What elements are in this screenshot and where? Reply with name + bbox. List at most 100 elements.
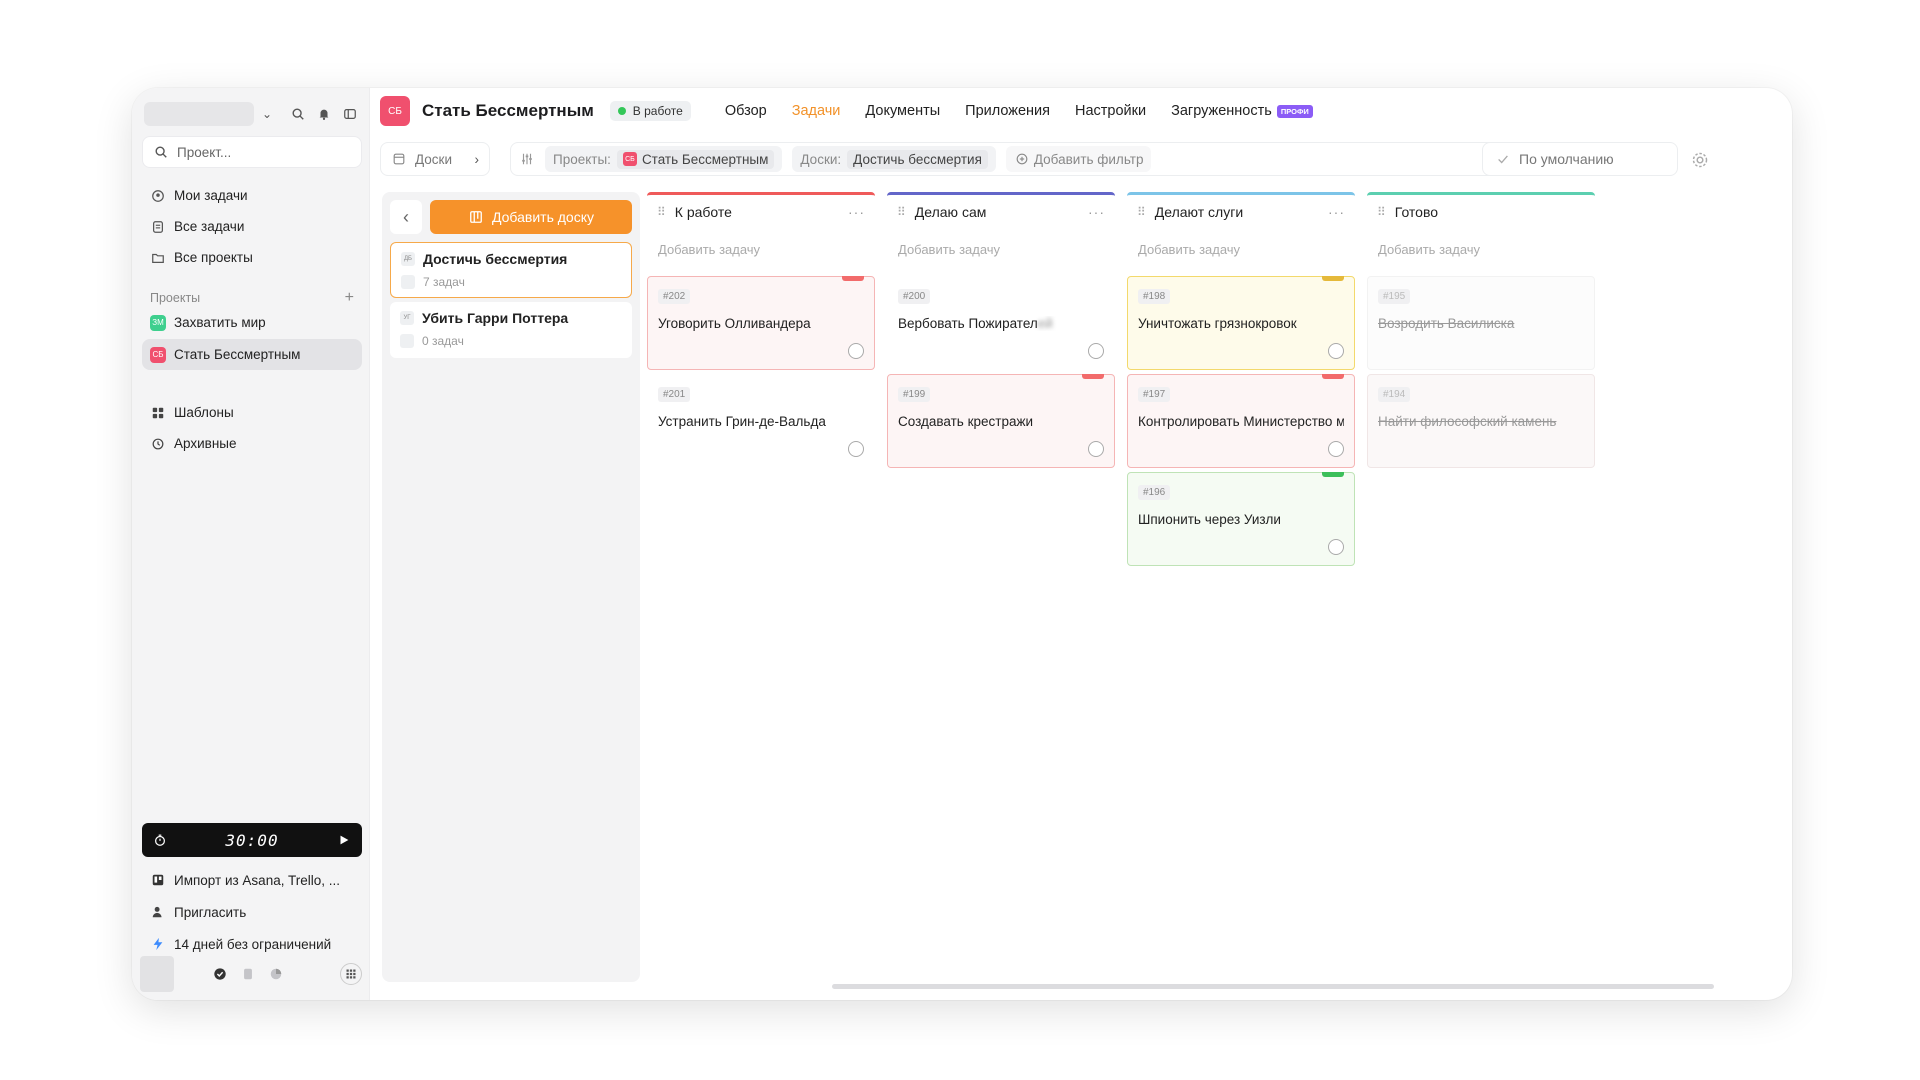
sidebar: ⌄ Проект... Мои задачи Все задачи Все пр… [132, 88, 370, 1000]
check-circle-icon[interactable] [212, 966, 228, 982]
projects-heading-label: Проекты [150, 291, 201, 305]
boards-toggle[interactable]: Доски › [380, 142, 490, 176]
gear-icon[interactable] [1690, 150, 1710, 170]
drag-handle-icon[interactable]: ⠿ [1137, 205, 1146, 219]
column-header[interactable]: ⠿ Готово [1367, 192, 1595, 228]
drag-handle-icon[interactable]: ⠿ [1377, 205, 1386, 219]
task-card[interactable]: #194 Найти философский камень [1367, 374, 1595, 468]
task-id: #200 [898, 289, 931, 304]
add-task-input[interactable]: Добавить задачу [647, 232, 875, 266]
task-card[interactable]: #198 Уничтожать грязнокровок [1127, 276, 1355, 370]
column-done: ⠿ Готово Добавить задачу #195 Возродить … [1367, 192, 1595, 468]
tab-tasks[interactable]: Задачи [792, 103, 841, 119]
import-link[interactable]: Импорт из Asana, Trello, ... [142, 864, 362, 896]
nav-all-tasks[interactable]: Все задачи [142, 211, 362, 242]
project-tabs: Обзор Задачи Документы Приложения Настро… [725, 103, 1313, 119]
task-title: Уничтожать грязнокровок [1138, 316, 1297, 331]
drag-handle-icon[interactable]: ⠿ [897, 205, 906, 219]
project-header: СБ Стать Бессмертным В работе Обзор Зада… [370, 88, 1792, 134]
task-title-text: Вербовать Пожирател [898, 316, 1038, 331]
document-icon[interactable] [240, 966, 256, 982]
pro-badge: ПРОФИ [1276, 104, 1313, 118]
task-card[interactable]: #200 Вербовать Пожирателей [887, 276, 1115, 370]
view-preset-select[interactable]: По умолчанию [1482, 142, 1678, 176]
nav-all-projects[interactable]: Все проекты [142, 242, 362, 273]
search-icon[interactable] [290, 106, 306, 122]
column-header[interactable]: ⠿ Делаю сам ··· [887, 192, 1115, 228]
add-filter-label: Добавить фильтр [1033, 151, 1144, 167]
task-card[interactable]: #196 Шпионить через Уизли [1127, 472, 1355, 566]
drag-handle-icon[interactable]: ⠿ [657, 205, 666, 219]
complete-checkbox[interactable] [1088, 343, 1104, 359]
filter-chip-projects[interactable]: Проекты: СБ Стать Бессмертным [545, 146, 783, 172]
priority-marker [842, 276, 864, 281]
tab-documents[interactable]: Документы [865, 103, 940, 119]
add-task-input[interactable]: Добавить задачу [887, 232, 1115, 266]
status-badge[interactable]: В работе [609, 101, 691, 121]
tab-settings[interactable]: Настройки [1075, 103, 1146, 119]
more-icon[interactable]: ··· [848, 204, 865, 220]
boards-toggle-label: Доски [415, 151, 452, 167]
task-title: Шпионить через Уизли [1138, 512, 1281, 527]
task-title: Возродить Василиска [1378, 316, 1515, 331]
task-card[interactable]: #202 Уговорить Олливандера [647, 276, 875, 370]
add-filter-button[interactable]: Добавить фильтр [1005, 146, 1152, 172]
project-badge: СБ [150, 346, 166, 363]
add-board-button[interactable]: Добавить доску [430, 200, 632, 234]
timer-value: 30:00 [225, 830, 279, 850]
invite-link[interactable]: Пригласить [142, 896, 362, 928]
column-header[interactable]: ⠿ Делают слуги ··· [1127, 192, 1355, 228]
avatar[interactable] [140, 956, 174, 992]
play-icon[interactable] [336, 832, 352, 848]
workspace-name[interactable] [144, 102, 254, 126]
project-search-input[interactable]: Проект... [142, 136, 362, 168]
collapse-boards-button[interactable]: ‹ [390, 200, 422, 234]
task-card[interactable]: #197 Контролировать Министерство магии [1127, 374, 1355, 468]
column-servants: ⠿ Делают слуги ··· Добавить задачу #198 … [1127, 192, 1355, 566]
search-icon [153, 144, 169, 160]
pie-chart-icon[interactable] [268, 966, 284, 982]
nav-label: Импорт из Asana, Trello, ... [174, 872, 340, 888]
tab-overview[interactable]: Обзор [725, 103, 767, 119]
apps-grid-icon[interactable] [340, 963, 362, 985]
complete-checkbox[interactable] [1328, 539, 1344, 555]
complete-checkbox[interactable] [1328, 441, 1344, 457]
priority-marker [1322, 472, 1344, 477]
tab-apps[interactable]: Приложения [965, 103, 1050, 119]
app-window: ⌄ Проект... Мои задачи Все задачи Все пр… [132, 88, 1792, 1000]
column-doing-myself: ⠿ Делаю сам ··· Добавить задачу #200 Вер… [887, 192, 1115, 468]
add-task-input[interactable]: Добавить задачу [1127, 232, 1355, 266]
task-card[interactable]: #195 Возродить Василиска [1367, 276, 1595, 370]
add-project-icon[interactable]: + [345, 289, 354, 307]
filter-label: Доски: [800, 151, 842, 167]
complete-checkbox[interactable] [848, 343, 864, 359]
filters-bar: Проекты: СБ Стать Бессмертным Доски: Дос… [510, 142, 1562, 176]
sidebar-project-sb[interactable]: СБ Стать Бессмертным [142, 339, 362, 370]
chevron-down-icon[interactable]: ⌄ [262, 107, 272, 121]
nav-my-tasks[interactable]: Мои задачи [142, 180, 362, 211]
more-icon[interactable]: ··· [1328, 204, 1345, 220]
complete-checkbox[interactable] [848, 441, 864, 457]
complete-checkbox[interactable] [1328, 343, 1344, 359]
task-card[interactable]: #201 Устранить Грин-де-Вальда [647, 374, 875, 468]
board-card[interactable]: УГ Убить Гарри Поттера 0 задач [390, 302, 632, 358]
board-card[interactable]: ДБ Достичь бессмертия 7 задач [390, 242, 632, 298]
sidebar-toggle-icon[interactable] [342, 106, 358, 122]
user-circle-icon [150, 188, 166, 204]
column-header[interactable]: ⠿ К работе ··· [647, 192, 875, 228]
task-card[interactable]: #199 Создавать крестражи [887, 374, 1115, 468]
horizontal-scrollbar[interactable] [832, 984, 1714, 989]
more-icon[interactable]: ··· [1088, 204, 1105, 220]
nav-archive[interactable]: Архивные [142, 428, 362, 459]
sliders-icon[interactable] [519, 151, 535, 167]
complete-checkbox[interactable] [1088, 441, 1104, 457]
view-preset-label: По умолчанию [1519, 151, 1614, 167]
bell-icon[interactable] [316, 106, 332, 122]
sidebar-project-zm[interactable]: ЗМ Захватить мир [142, 307, 362, 338]
user-row [140, 956, 362, 992]
tab-workload[interactable]: Загруженность ПРОФИ [1171, 103, 1313, 119]
filter-chip-boards[interactable]: Доски: Достичь бессмертия [792, 146, 996, 172]
nav-templates[interactable]: Шаблоны [142, 397, 362, 428]
pomodoro-timer: 30:00 [142, 823, 362, 857]
add-task-input[interactable]: Добавить задачу [1367, 232, 1595, 266]
